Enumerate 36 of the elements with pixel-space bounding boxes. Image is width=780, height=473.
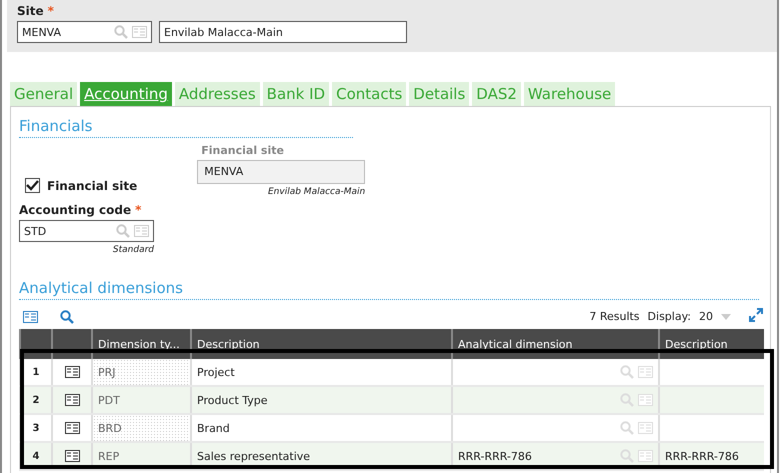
display-value: 20	[699, 310, 713, 323]
field-label: Financial site	[201, 144, 285, 157]
checkbox-label: Financial site	[47, 178, 138, 192]
section-title: Analytical dimensions	[19, 269, 759, 300]
table-cell: PRJ	[92, 359, 191, 386]
table-cell: PDT	[92, 386, 191, 414]
checkbox[interactable]	[25, 178, 40, 193]
list-icon[interactable]	[23, 310, 38, 322]
field-caption: Envilab Malacca-Main	[267, 187, 366, 197]
display-label: Display:	[648, 310, 691, 323]
results-count: 7 Results	[589, 310, 640, 323]
tab[interactable]: Addresses	[174, 82, 260, 106]
field-label: Accounting code	[19, 203, 132, 217]
tab[interactable]: DAS2	[472, 82, 521, 106]
tab[interactable]: General	[10, 82, 78, 106]
tab[interactable]: Details	[409, 82, 470, 106]
tab[interactable]: Accounting	[80, 82, 172, 106]
expand-icon[interactable]	[749, 308, 763, 322]
caret-icon[interactable]	[721, 314, 731, 320]
input-field: MENVA	[197, 160, 366, 184]
field-caption: Standard	[112, 245, 154, 255]
tab[interactable]: Bank ID	[262, 82, 330, 106]
tab[interactable]: Warehouse	[524, 82, 616, 106]
table-cell: BRD	[92, 414, 191, 442]
row-detail-icon[interactable]	[64, 366, 80, 378]
row-detail-icon[interactable]	[64, 450, 80, 462]
row-detail-icon[interactable]	[64, 422, 80, 434]
required-mark: *	[135, 203, 142, 217]
row-detail-icon[interactable]	[64, 394, 80, 406]
input-field[interactable]: Envilab Malacca-Main	[159, 21, 407, 43]
section-title: Financials	[19, 107, 353, 138]
search-icon[interactable]	[60, 310, 74, 324]
tab[interactable]: Contacts	[332, 82, 406, 106]
required-mark: *	[48, 4, 54, 18]
table-cell: Product Type	[191, 386, 452, 414]
field-label: Site	[17, 4, 44, 18]
